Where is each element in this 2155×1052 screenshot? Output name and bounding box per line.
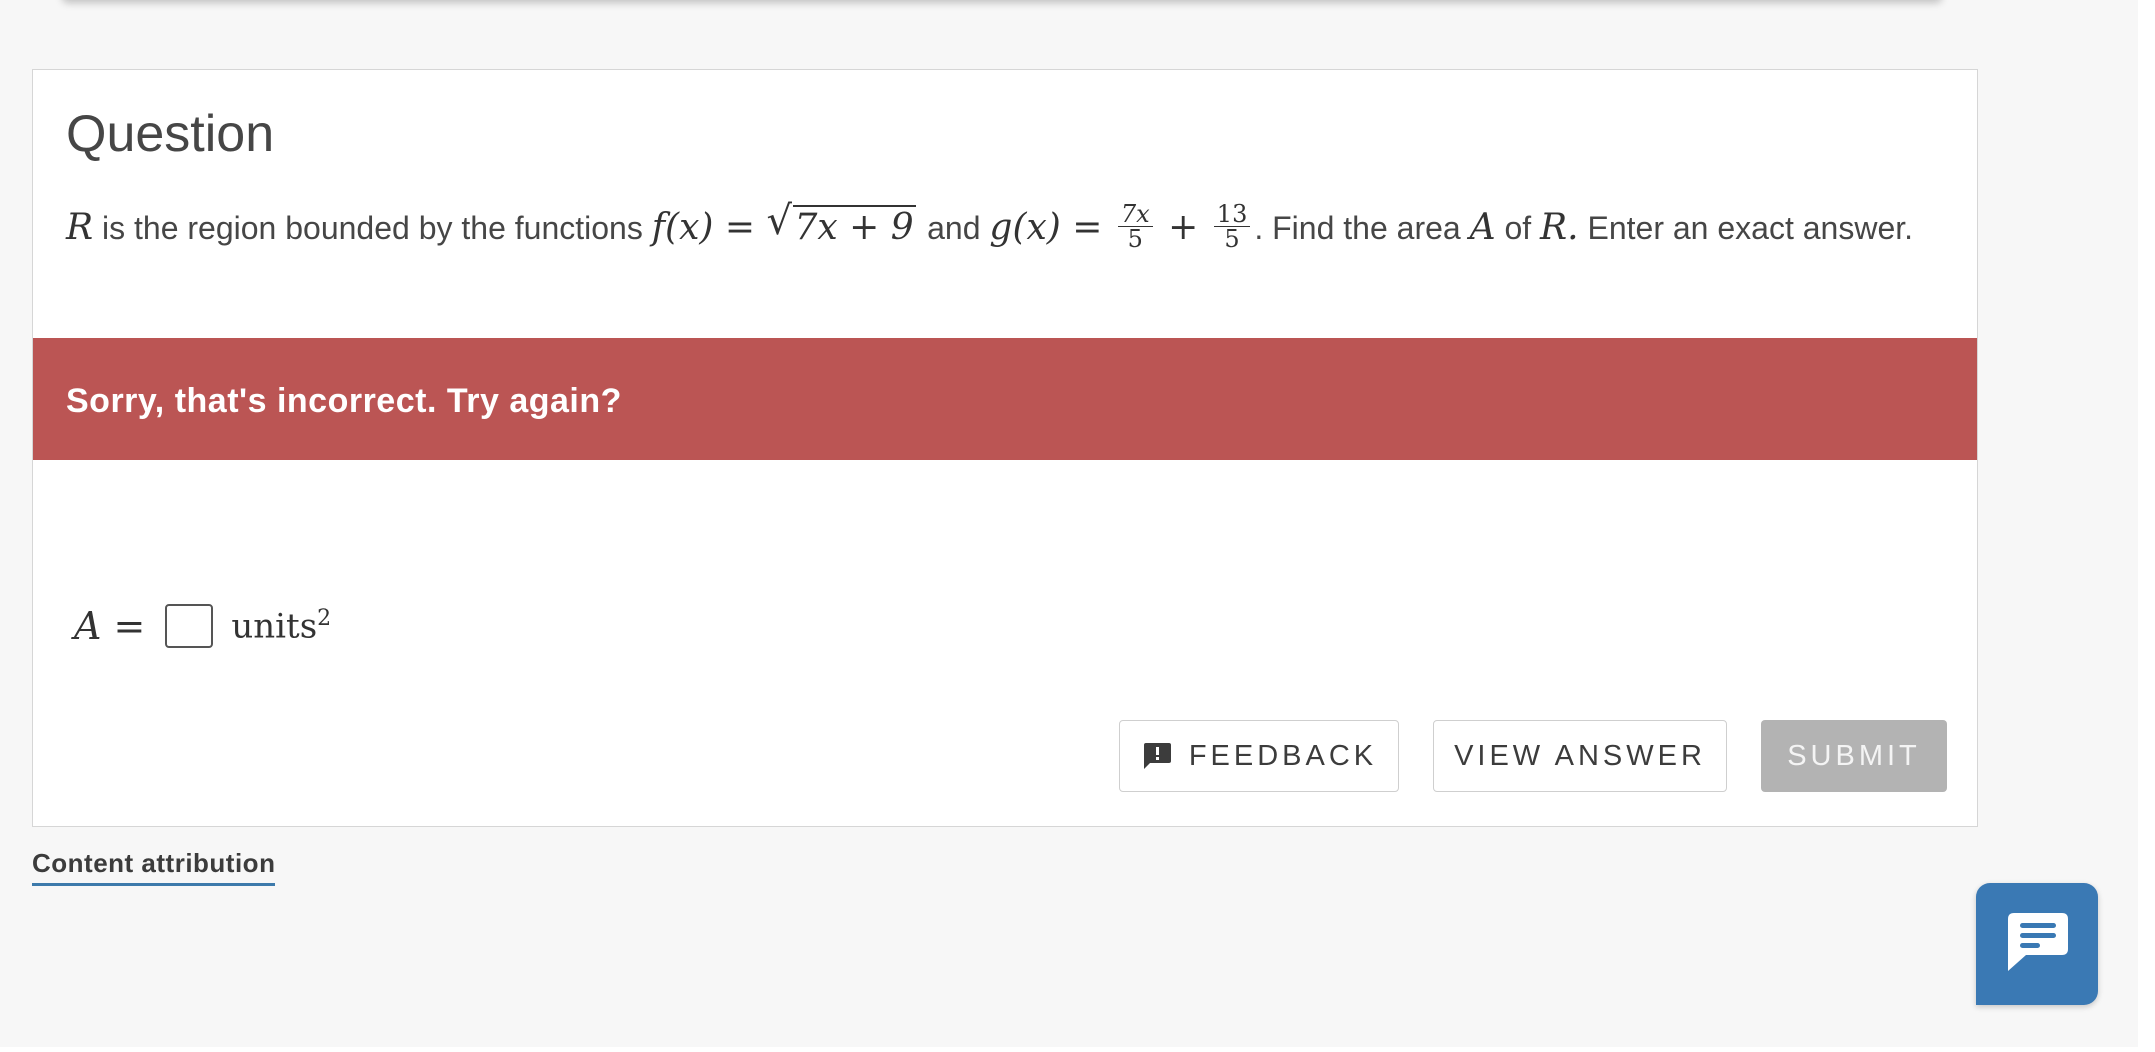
question-text-part-1: is the region bounded by the functions bbox=[102, 210, 643, 246]
incorrect-message: Sorry, that's incorrect. Try again? bbox=[66, 382, 622, 420]
units-label: units2 bbox=[231, 606, 331, 646]
units-exponent: 2 bbox=[317, 605, 332, 631]
region-variable: R bbox=[66, 207, 94, 248]
feedback-exclamation-icon bbox=[1141, 740, 1173, 772]
content-attribution-link[interactable]: Content attribution bbox=[32, 848, 276, 886]
view-answer-button[interactable]: VIEW ANSWER bbox=[1433, 720, 1727, 792]
fraction-13-over-5: 13 5 bbox=[1213, 202, 1251, 253]
frac1-numerator: 7x bbox=[1117, 202, 1153, 227]
submit-label: SUBMIT bbox=[1787, 739, 1921, 772]
view-answer-label: VIEW ANSWER bbox=[1454, 739, 1706, 772]
question-text: R is the region bounded by the functions… bbox=[66, 198, 1936, 256]
g-label: g(x) = bbox=[989, 207, 1103, 248]
f-label: f(x) = bbox=[651, 207, 756, 248]
plus-sign: + bbox=[1168, 207, 1199, 248]
question-text-and: and bbox=[927, 210, 981, 246]
question-text-part-2: . Find the area bbox=[1254, 210, 1461, 246]
f-radicand: 7x + 9 bbox=[792, 205, 916, 248]
frac2-numerator: 13 bbox=[1213, 202, 1251, 227]
fraction-7x-over-5: 7x 5 bbox=[1117, 202, 1153, 253]
frac2-denominator: 5 bbox=[1224, 224, 1240, 253]
square-root: √ 7x + 9 bbox=[766, 198, 916, 248]
frac1-denominator: 5 bbox=[1127, 224, 1143, 253]
region-variable-2: R. bbox=[1540, 207, 1579, 248]
g-function: g(x) = 7x 5 + 13 5 bbox=[989, 202, 1254, 251]
question-card: Question R is the region bounded by the … bbox=[32, 69, 1978, 827]
answer-row: A = units2 bbox=[74, 604, 331, 648]
question-text-part-3: Enter an exact answer. bbox=[1587, 210, 1914, 246]
units-text: units bbox=[231, 606, 318, 647]
feedback-button-label: FEEDBACK bbox=[1188, 739, 1378, 772]
submit-button[interactable]: SUBMIT bbox=[1761, 720, 1947, 792]
incorrect-banner: Sorry, that's incorrect. Try again? bbox=[33, 338, 1977, 460]
chat-button[interactable] bbox=[1976, 883, 2098, 1005]
chat-bubble-icon bbox=[2002, 909, 2072, 980]
question-text-of: of bbox=[1504, 210, 1532, 246]
answer-label: A = bbox=[74, 604, 146, 648]
answer-input[interactable] bbox=[165, 604, 214, 648]
f-function: f(x) = √ 7x + 9 bbox=[651, 198, 927, 248]
feedback-button[interactable]: FEEDBACK bbox=[1119, 720, 1399, 792]
question-title: Question bbox=[66, 105, 275, 163]
area-variable: A bbox=[1469, 207, 1496, 248]
